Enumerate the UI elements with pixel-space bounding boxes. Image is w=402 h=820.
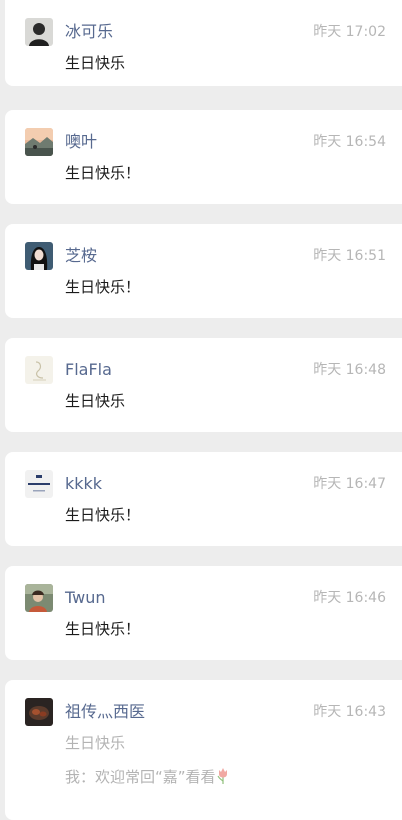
tulip-icon [217, 768, 227, 784]
avatar[interactable] [25, 356, 53, 384]
avatar[interactable] [25, 470, 53, 498]
sketch-avatar-icon [25, 356, 53, 384]
food-plate-avatar-icon [25, 698, 53, 726]
thompson-logo-avatar-icon [25, 470, 53, 498]
comment-card[interactable]: 芝桉 昨天 16:51 生日快乐！ [5, 224, 402, 318]
comment-card[interactable]: FlaFla 昨天 16:48 生日快乐 [5, 338, 402, 432]
comment-author[interactable]: Twun [65, 586, 106, 610]
comment-text: 生日快乐！ [65, 506, 141, 524]
avatar[interactable] [25, 128, 53, 156]
comment-author[interactable]: 祖传灬西医 [65, 700, 145, 724]
avatar[interactable] [25, 698, 53, 726]
comment-time: 昨天 16:54 [313, 134, 386, 150]
reply-prefix: 我： [65, 768, 96, 786]
comment-text: 生日快乐！ [65, 620, 141, 638]
comment-text: 生日快乐 [65, 392, 126, 410]
my-reply[interactable]: 我：欢迎常回“嘉”看看 [65, 766, 230, 788]
comment-time: 昨天 16:46 [313, 590, 386, 606]
comment-time: 昨天 16:48 [313, 362, 386, 378]
comment-card[interactable]: 噢叶 昨天 16:54 生日快乐！ [5, 110, 402, 204]
comment-author[interactable]: kkkk [65, 472, 102, 496]
avatar[interactable] [25, 584, 53, 612]
comment-time: 昨天 16:43 [313, 704, 386, 720]
comment-card[interactable]: 冰可乐 昨天 17:02 生日快乐 [5, 0, 402, 86]
comment-text: 生日快乐 [65, 54, 126, 72]
comment-card[interactable]: Twun 昨天 16:46 生日快乐！ [5, 566, 402, 660]
selfie-avatar-icon [25, 584, 53, 612]
comment-time: 昨天 16:47 [313, 476, 386, 492]
comment-author[interactable]: 噢叶 [65, 130, 97, 154]
reply-text: 欢迎常回“嘉”看看 [95, 768, 216, 786]
person-dark-avatar-icon [25, 18, 53, 46]
comment-time: 昨天 17:02 [313, 24, 386, 40]
comment-feed: 冰可乐 昨天 17:02 生日快乐 噢叶 昨天 16:54 生日快乐！ 芝桉 昨… [0, 0, 402, 820]
comment-author[interactable]: 冰可乐 [65, 20, 113, 44]
comment-author[interactable]: 芝桉 [65, 244, 97, 268]
avatar[interactable] [25, 18, 53, 46]
comment-text: 生日快乐！ [65, 164, 141, 182]
comment-time: 昨天 16:51 [313, 248, 386, 264]
comment-card[interactable]: kkkk 昨天 16:47 生日快乐！ [5, 452, 402, 546]
avatar[interactable] [25, 242, 53, 270]
comment-text: 生日快乐 [65, 734, 126, 752]
girl-portrait-avatar-icon [25, 242, 53, 270]
comment-card[interactable]: 祖传灬西医 昨天 16:43 生日快乐 我：欢迎常回“嘉”看看 [5, 680, 402, 820]
comment-author[interactable]: FlaFla [65, 358, 112, 382]
sunset-landscape-avatar-icon [25, 128, 53, 156]
comment-text: 生日快乐！ [65, 278, 141, 296]
